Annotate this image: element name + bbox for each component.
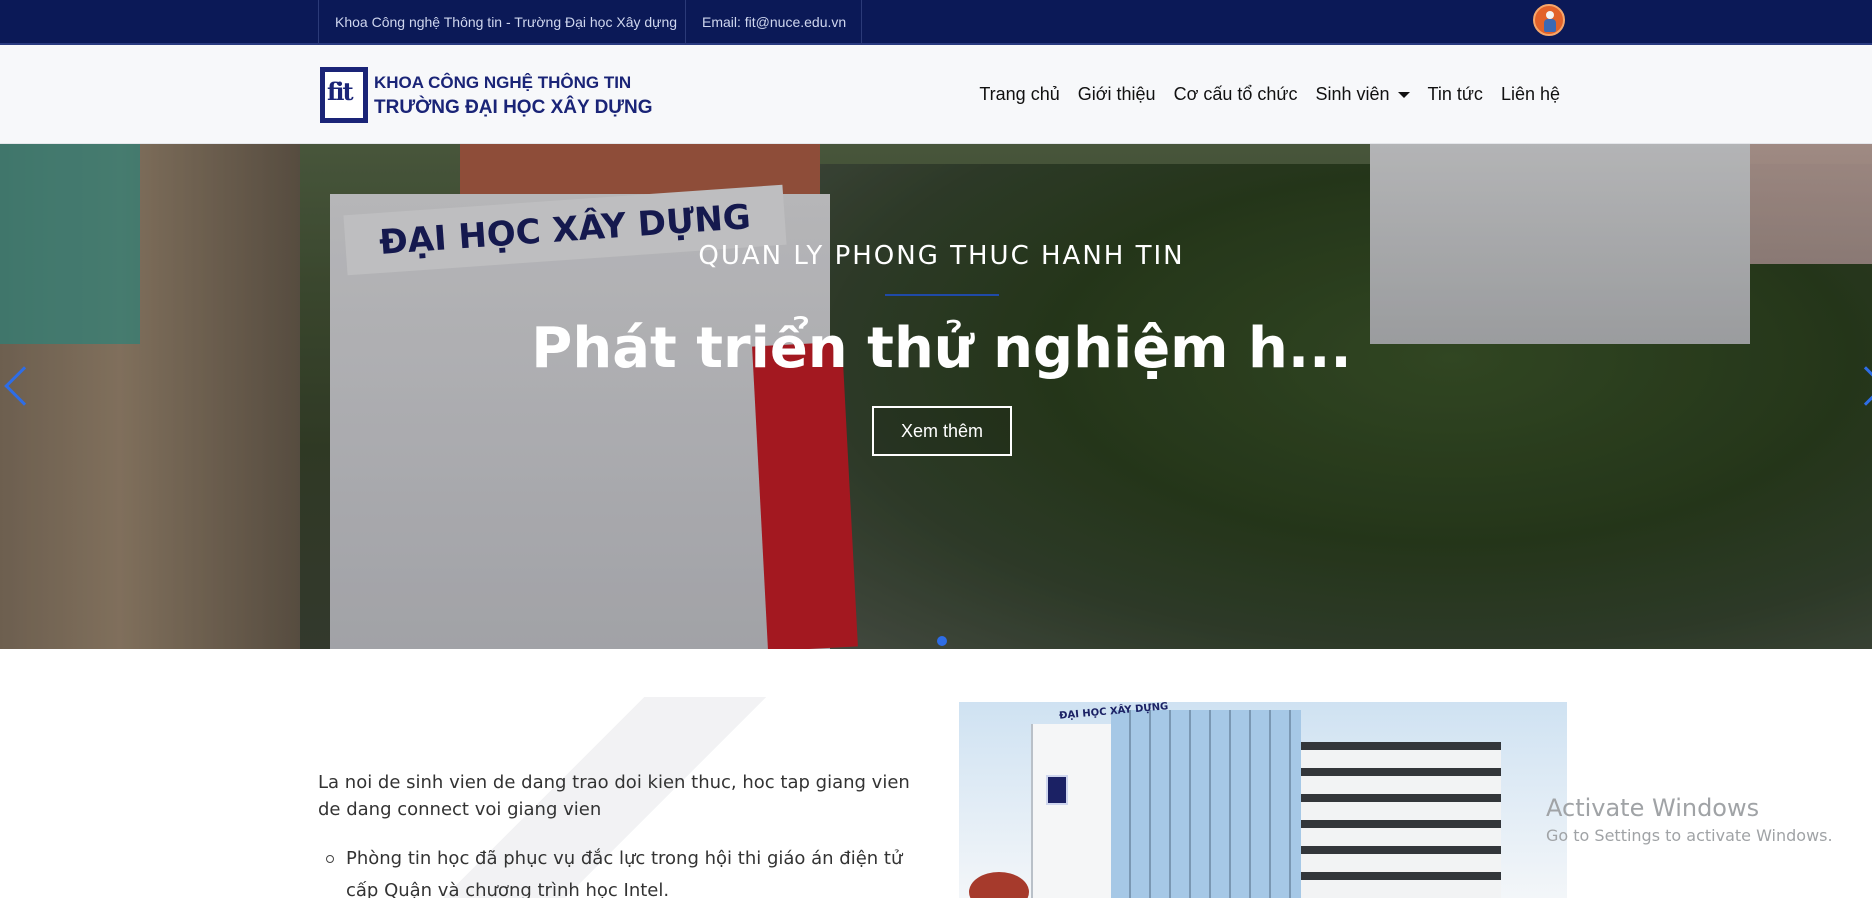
main-navbar: fit KHOA CÔNG NGHỆ THÔNG TIN TRƯỜNG ĐẠI … bbox=[0, 45, 1872, 144]
chevron-down-icon bbox=[1397, 92, 1410, 99]
building-photo: ĐẠI HỌC XÂY DỰNG bbox=[959, 702, 1567, 898]
user-avatar-icon[interactable] bbox=[1533, 4, 1565, 36]
list-item: Phòng tin học đã phục vụ đắc lực trong h… bbox=[326, 843, 926, 898]
logo-text: KHOA CÔNG NGHỆ THÔNG TIN TRƯỜNG ĐẠI HỌC … bbox=[374, 70, 653, 120]
carousel-indicator[interactable] bbox=[937, 636, 947, 646]
nav-item-about[interactable]: Giới thiệu bbox=[1078, 84, 1156, 105]
nav-item-home[interactable]: Trang chủ bbox=[979, 84, 1059, 105]
list-item-text: Phòng tin học đã phục vụ đắc lực trong h… bbox=[346, 848, 903, 898]
emblem-icon bbox=[1046, 775, 1068, 805]
feature-list: Phòng tin học đã phục vụ đắc lực trong h… bbox=[326, 843, 926, 898]
hero-title: Phát triển thử nghiệm h... bbox=[531, 316, 1352, 381]
intro-text: La noi de sinh vien de dang trao doi kie… bbox=[318, 772, 910, 820]
watermark-subtitle: Go to Settings to activate Windows. bbox=[1546, 826, 1833, 845]
email-link[interactable]: Email: fit@nuce.edu.vn bbox=[686, 0, 862, 45]
intro-section: La noi de sinh vien de dang trao doi kie… bbox=[0, 649, 1872, 898]
avatar-head bbox=[1546, 11, 1554, 19]
nav-menu: Trang chủ Giới thiệu Cơ cấu tổ chức Sinh… bbox=[961, 45, 1560, 144]
nav-item-organization[interactable]: Cơ cấu tổ chức bbox=[1174, 84, 1298, 105]
hero-carousel: ĐẠI HỌC XÂY DỰNG QUAN LY PHONG THUC HANH… bbox=[0, 144, 1872, 649]
site-logo[interactable]: fit KHOA CÔNG NGHỆ THÔNG TIN TRƯỜNG ĐẠI … bbox=[320, 67, 653, 123]
nav-item-news[interactable]: Tin tức bbox=[1428, 84, 1483, 105]
avatar-body bbox=[1544, 19, 1556, 32]
nav-item-students-label: Sinh viên bbox=[1315, 84, 1390, 104]
nav-item-students[interactable]: Sinh viên bbox=[1315, 84, 1410, 105]
logo-mark-icon: fit bbox=[320, 67, 368, 123]
faculty-info: Khoa Công nghệ Thông tin - Trường Đại họ… bbox=[318, 0, 686, 45]
hero-overlay bbox=[0, 144, 1872, 649]
logo-line-1: KHOA CÔNG NGHỆ THÔNG TIN bbox=[374, 73, 632, 92]
top-bar: Khoa Công nghệ Thông tin - Trường Đại họ… bbox=[0, 0, 1872, 45]
logo-line-2: TRƯỜNG ĐẠI HỌC XÂY DỰNG bbox=[374, 97, 653, 118]
activate-windows-watermark: Activate Windows Go to Settings to activ… bbox=[1546, 794, 1833, 845]
read-more-button[interactable]: Xem thêm bbox=[872, 406, 1012, 456]
hero-divider bbox=[885, 294, 999, 296]
logo-mark-text: fit bbox=[327, 77, 353, 106]
hero-subtitle: QUAN LY PHONG THUC HANH TIN bbox=[698, 241, 1185, 271]
nav-item-contact[interactable]: Liên hệ bbox=[1501, 84, 1560, 105]
watermark-title: Activate Windows bbox=[1546, 794, 1760, 822]
bullet-icon bbox=[326, 855, 334, 863]
